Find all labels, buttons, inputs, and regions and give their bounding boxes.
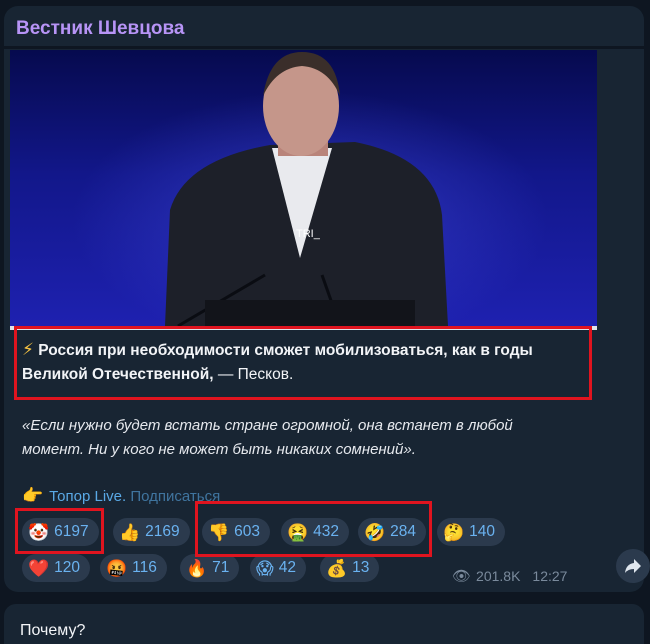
photo-watermark: TRI_	[296, 228, 321, 240]
next-message-text: Почему?	[20, 622, 86, 639]
reaction-thumbs-up[interactable]: 👍 2169	[113, 518, 190, 546]
message-quote: «Если нужно будет встать стране огромной…	[22, 417, 513, 458]
view-count: 201.8K	[476, 568, 521, 584]
thinking-face-icon: 🤔	[443, 522, 465, 542]
message-time: 12:27	[532, 568, 568, 584]
reaction-count: 2169	[145, 523, 180, 540]
reaction-heart[interactable]: ❤️ 120	[22, 554, 91, 582]
screaming-face-icon: 😱	[256, 558, 274, 578]
reaction-count: 120	[54, 559, 81, 576]
message-meta: 👁 201.8K 12:27	[452, 567, 567, 585]
highlight-box-headline	[14, 326, 592, 400]
promo-line: 👉 Топор Live. Подписаться	[22, 486, 220, 506]
highlight-box-negative-reactions	[195, 501, 432, 557]
reaction-screaming-face[interactable]: 😱 42	[250, 554, 306, 582]
reaction-thinking-face[interactable]: 🤔 140	[437, 518, 506, 546]
share-button[interactable]	[616, 549, 650, 583]
next-message-bubble: Почему?	[4, 604, 644, 644]
reaction-count: 140	[469, 523, 496, 540]
channel-name[interactable]: Вестник Шевцова	[16, 18, 184, 40]
reaction-fire[interactable]: 🔥 71	[180, 554, 240, 582]
header-divider	[0, 46, 650, 49]
fire-icon: 🔥	[186, 558, 208, 578]
cursing-face-icon: 🤬	[106, 558, 128, 578]
reaction-count: 116	[132, 559, 157, 576]
reaction-count: 13	[352, 559, 370, 576]
eye-icon: 👁	[452, 568, 472, 585]
reaction-cursing-face[interactable]: 🤬 116	[100, 554, 167, 582]
money-bag-icon: 💰	[326, 558, 348, 578]
promo-channel-link[interactable]: Топор Live.	[49, 488, 126, 505]
red-heart-icon: ❤️	[28, 558, 50, 578]
highlight-box-clown	[15, 508, 104, 554]
message-photo[interactable]: TRI_	[10, 50, 597, 326]
reaction-count: 71	[212, 559, 230, 576]
speaker-illustration: TRI_	[165, 52, 448, 326]
thumbs-up-icon: 👍	[119, 522, 141, 542]
reaction-money-bag[interactable]: 💰 13	[320, 554, 380, 582]
pointing-hand-icon: 👉	[22, 486, 44, 505]
reaction-count: 42	[278, 559, 296, 576]
share-arrow-icon	[625, 559, 641, 573]
